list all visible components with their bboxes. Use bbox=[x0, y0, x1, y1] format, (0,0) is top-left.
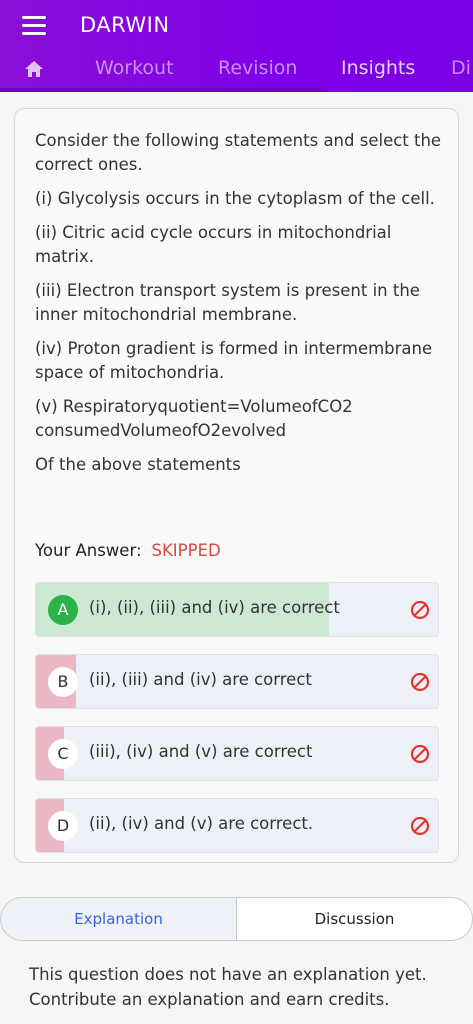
tab-workout[interactable]: Workout bbox=[95, 57, 174, 79]
question-card: Consider the following statements and se… bbox=[14, 108, 459, 863]
option-c[interactable]: C (iii), (iv) and (v) are correct bbox=[35, 726, 439, 781]
option-a[interactable]: A (i), (ii), (iii) and (iv) are correct bbox=[35, 582, 439, 637]
option-letter: C bbox=[48, 739, 78, 769]
option-d[interactable]: D (ii), (iv) and (v) are correct. bbox=[35, 798, 439, 853]
question-line: (iii) Electron transport system is prese… bbox=[35, 281, 420, 324]
discussion-tab[interactable]: Discussion bbox=[236, 897, 473, 941]
tab-insights[interactable]: Insights bbox=[341, 57, 415, 79]
question-line: (v) Respiratoryquotient=VolumeofCO2 cons… bbox=[35, 397, 353, 440]
ban-icon bbox=[410, 816, 430, 836]
app-bar: DARWIN Workout Revision Insights Di bbox=[0, 0, 473, 92]
question-line: (iv) Proton gradient is formed in interm… bbox=[35, 339, 433, 382]
option-text: (i), (ii), (iii) and (iv) are correct bbox=[89, 598, 340, 617]
question-line: (ii) Citric acid cycle occurs in mitocho… bbox=[35, 223, 392, 266]
your-answer: Your Answer: SKIPPED bbox=[35, 541, 221, 560]
question-text: Consider the following statements and se… bbox=[35, 129, 445, 487]
question-line: Consider the following statements and se… bbox=[35, 131, 442, 174]
ban-icon bbox=[410, 744, 430, 764]
option-text: (ii), (iv) and (v) are correct. bbox=[89, 814, 314, 833]
no-explanation-message: This question does not have an explanati… bbox=[29, 965, 427, 1009]
tab-di[interactable]: Di bbox=[451, 57, 471, 79]
menu-icon[interactable] bbox=[22, 16, 46, 36]
app-title: DARWIN bbox=[80, 13, 170, 37]
tab-bar: Workout Revision Insights Di bbox=[0, 52, 473, 88]
option-b[interactable]: B (ii), (iii) and (iv) are correct bbox=[35, 654, 439, 709]
home-icon[interactable] bbox=[24, 60, 44, 78]
tab-revision[interactable]: Revision bbox=[218, 57, 297, 79]
question-line: Of the above statements bbox=[35, 455, 241, 474]
ban-icon bbox=[410, 600, 430, 620]
option-letter: A bbox=[48, 595, 78, 625]
your-answer-value: SKIPPED bbox=[151, 541, 221, 560]
option-letter: D bbox=[48, 811, 78, 841]
ban-icon bbox=[410, 672, 430, 692]
option-text: (ii), (iii) and (iv) are correct bbox=[89, 670, 312, 689]
question-line: (i) Glycolysis occurs in the cytoplasm o… bbox=[35, 189, 435, 208]
option-letter: B bbox=[48, 667, 78, 697]
explanation-tabs: Explanation Discussion bbox=[0, 897, 473, 941]
tab-indicator bbox=[0, 88, 328, 92]
explanation-tab[interactable]: Explanation bbox=[0, 897, 237, 941]
your-answer-label: Your Answer: bbox=[35, 541, 142, 560]
option-text: (iii), (iv) and (v) are correct bbox=[89, 742, 313, 761]
